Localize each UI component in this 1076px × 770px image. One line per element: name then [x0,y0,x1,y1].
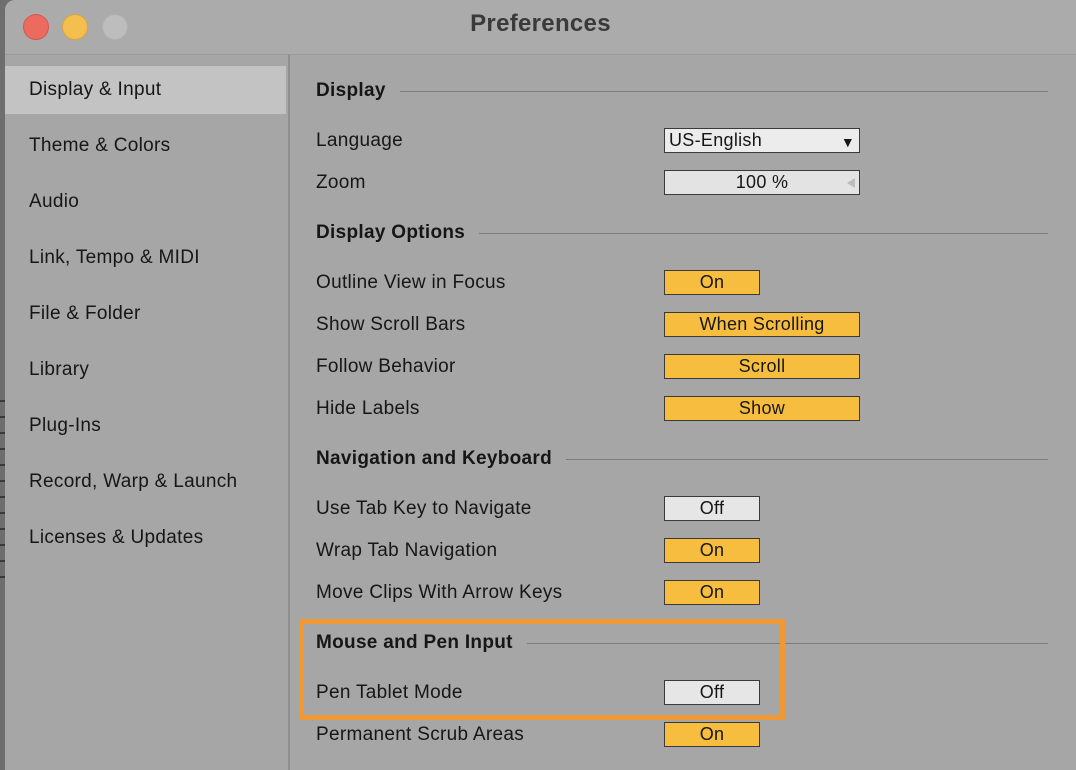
hide-labels-label: Hide Labels [316,398,420,419]
wrap-tab-navigation-label: Wrap Tab Navigation [316,540,498,561]
move-clips-arrow-keys-label: Move Clips With Arrow Keys [316,582,563,603]
sidebar-item-record-warp-launch[interactable]: Record, Warp & Launch [5,458,286,506]
outline-view-toggle[interactable]: On [664,270,760,295]
zoom-value-field[interactable]: 100 % [664,170,860,195]
section-title: Display [316,80,386,101]
preferences-sidebar: Display & Input Theme & Colors Audio Lin… [5,55,290,770]
wrap-tab-navigation-toggle[interactable]: On [664,538,760,563]
section-header-display-options: Display Options [316,222,1048,244]
sidebar-item-library[interactable]: Library [5,346,286,394]
section-header-display: Display [316,80,1048,102]
zoom-label: Zoom [316,172,366,193]
tab-key-navigate-toggle[interactable]: Off [664,496,760,521]
sidebar-item-link-tempo-midi[interactable]: Link, Tempo & MIDI [5,234,286,282]
window-title: Preferences [470,10,611,37]
section-header-navigation-keyboard: Navigation and Keyboard [316,448,1048,470]
sidebar-item-theme-colors[interactable]: Theme & Colors [5,122,286,170]
move-clips-arrow-keys-toggle[interactable]: On [664,580,760,605]
permanent-scrub-areas-label: Permanent Scrub Areas [316,724,525,745]
follow-behavior-label: Follow Behavior [316,356,456,377]
show-scroll-bars-chooser[interactable]: When Scrolling [664,312,860,337]
language-value: US-English [669,130,763,150]
zoom-value: 100 % [735,172,789,192]
language-label: Language [316,130,403,151]
follow-behavior-chooser[interactable]: Scroll [664,354,860,379]
language-dropdown[interactable]: US-English ▼ [664,128,860,153]
sidebar-item-licenses-updates[interactable]: Licenses & Updates [5,514,286,562]
hide-labels-chooser[interactable]: Show [664,396,860,421]
show-scroll-bars-label: Show Scroll Bars [316,314,466,335]
section-divider [566,458,1048,460]
sidebar-item-plug-ins[interactable]: Plug-Ins [5,402,286,450]
sidebar-item-display-input[interactable]: Display & Input [5,66,286,114]
section-divider [479,232,1048,234]
permanent-scrub-areas-toggle[interactable]: On [664,722,760,747]
section-title: Display Options [316,222,466,243]
title-bar: Preferences [5,0,1076,55]
highlight-annotation-box [299,619,785,720]
sidebar-item-audio[interactable]: Audio [5,178,286,226]
dropdown-arrow-icon: ▼ [840,134,855,150]
tab-key-navigate-label: Use Tab Key to Navigate [316,498,532,519]
preferences-window: Preferences Display & Input Theme & Colo… [5,0,1076,770]
sidebar-item-file-folder[interactable]: File & Folder [5,290,286,338]
section-divider [399,90,1048,92]
section-title: Navigation and Keyboard [316,448,552,469]
slider-handle-icon [847,178,855,188]
outline-view-label: Outline View in Focus [316,272,506,293]
